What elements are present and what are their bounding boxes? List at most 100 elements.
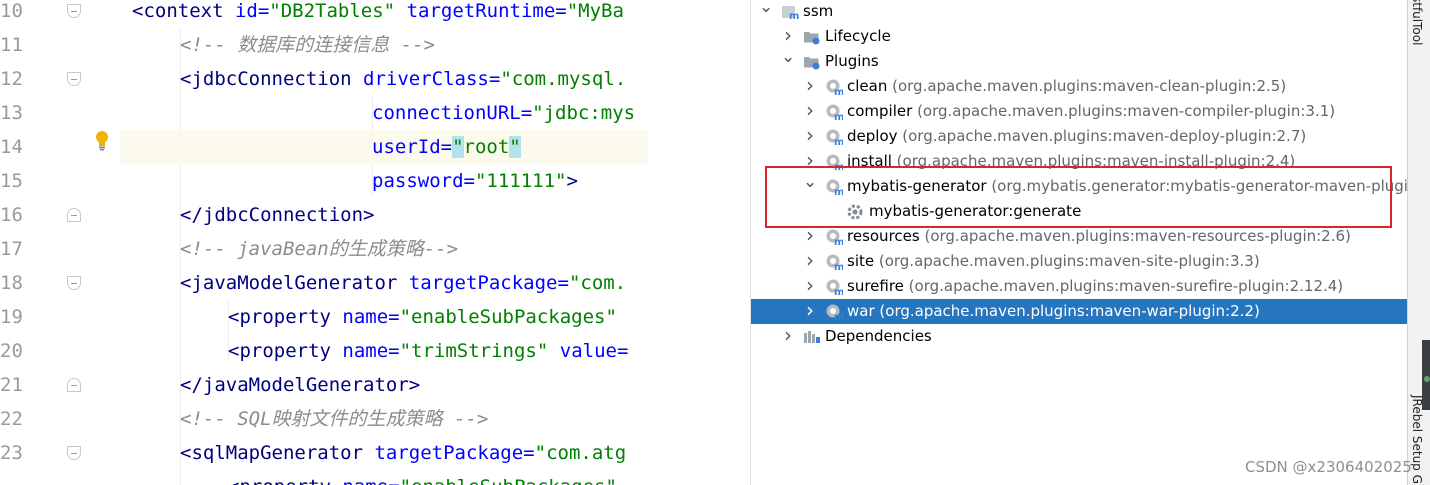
maven-plugin-icon: m [826,279,843,295]
code-line[interactable]: </javaModelGenerator> [120,368,648,402]
tree-row-label: clean [847,77,888,95]
chevron-down-icon[interactable]: ⌄ [781,49,795,74]
tree-row-surefire[interactable]: › m surefire (org.apache.maven.plugins:mav… [751,274,1407,299]
code-token: "DB2Tables" [269,0,407,22]
code-line[interactable]: <javaModelGenerator targetPackage="com. [120,266,648,300]
code-token: "com.mysql. [500,68,627,90]
code-token: "enableSubPackages" [400,476,617,485]
chevron-right-icon[interactable]: › [781,324,795,349]
fold-marker-icon[interactable] [67,4,81,18]
tree-row-war[interactable]: › m war (org.apache.maven.plugins:maven-wa… [751,299,1407,324]
code-token: > [566,170,578,192]
code-area[interactable]: <context id="DB2Tables" targetRuntime="M… [120,0,648,485]
code-token: "com. [568,272,627,294]
plugin-coordinates: (org.apache.maven.plugins:maven-resource… [919,227,1351,245]
code-line[interactable]: userId="root" [120,130,648,164]
code-token: password= [372,170,475,192]
restful-tool-tab[interactable]: stfulTool [1410,0,1424,45]
plugins-folder-icon [804,57,820,70]
tree-row-label: war [847,302,875,320]
chevron-right-icon[interactable]: › [803,124,817,149]
code-line[interactable]: <sqlMapGenerator targetPackage="com.atg [120,436,648,470]
tree-row-dependencies[interactable]: › Dependencies [751,324,1407,349]
line-number: 17 [0,238,23,260]
code-token: "MyBa [566,0,624,22]
editor-right-margin [648,0,750,485]
code-token: " [509,136,521,158]
line-number: 11 [0,34,23,56]
intention-bulb-icon[interactable] [94,130,110,152]
code-line[interactable]: <jdbcConnection driverClass="com.mysql. [120,62,648,96]
fold-marker-icon[interactable] [67,276,81,290]
chevron-right-icon[interactable]: › [803,274,817,299]
code-editor[interactable]: 10 11 12 13 14 15 16 17 18 19 20 21 22 23 <context id… [0,0,750,485]
fold-marker-icon[interactable] [67,446,81,460]
code-token: "trimStrings" [399,340,560,362]
code-token: <property [228,476,342,485]
lifecycle-folder-icon [804,32,820,45]
code-token: userId= [372,136,453,158]
code-line[interactable]: </jdbcConnection> [120,198,648,232]
fold-marker-icon[interactable] [67,378,81,392]
line-number: 10 [0,0,23,22]
plugin-coordinates: (org.apache.maven.plugins:maven-clean-pl… [887,77,1287,95]
jrebel-setup-tab[interactable]: JRebel Setup G [1410,395,1424,484]
code-line[interactable]: connectionURL="jdbc:mys [120,96,648,130]
editor-gutter: 10 11 12 13 14 15 16 17 18 19 20 21 22 23 [0,0,120,485]
tree-row-clean[interactable]: › m clean (org.apache.maven.plugins:maven-… [751,74,1407,99]
status-dot-icon [1424,376,1430,382]
chevron-right-icon[interactable]: › [781,24,795,49]
tree-row-label: ssm [803,2,834,20]
fold-marker-icon[interactable] [67,208,81,222]
code-token: </javaModelGenerator> [180,374,421,396]
maven-tool-window-tree[interactable]: ⌄ m ssm › Lifecycle ⌄ Plugins › m clean (org.apac… [751,0,1407,485]
code-line[interactable]: <property name="enableSubPackages" [120,300,648,334]
watermark: CSDN @x2306402025 [1245,458,1412,476]
tree-row-ssm[interactable]: ⌄ m ssm [751,0,1407,24]
code-token: <property [228,306,343,328]
tree-row-lifecycle[interactable]: › Lifecycle [751,24,1407,49]
code-token: targetPackage= [374,442,535,464]
code-token: root [463,136,510,158]
tree-row-label: surefire [847,277,904,295]
tree-row-label: compiler [847,102,913,120]
code-line[interactable]: <!-- SQL映射文件的生成策略 --> [120,402,648,436]
chevron-right-icon[interactable]: › [803,299,817,324]
code-token: "com.atg [534,442,627,464]
chevron-right-icon[interactable]: › [803,99,817,124]
plugin-coordinates: (org.apache.maven.plugins:maven-surefire… [903,277,1344,295]
code-token: " [452,136,464,158]
maven-plugin-icon: m [826,304,843,320]
code-line[interactable]: <context id="DB2Tables" targetRuntime="M… [120,0,648,28]
line-number: 18 [0,272,23,294]
svg-text:m: m [834,237,843,245]
plugin-coordinates: (org.apache.maven.plugins:maven-deploy-p… [897,127,1307,145]
maven-plugin-icon: m [826,104,843,120]
code-token: value= [559,340,629,362]
tree-row-deploy[interactable]: › m deploy (org.apache.maven.plugins:maven… [751,124,1407,149]
chevron-down-icon[interactable]: ⌄ [759,0,773,24]
tree-row-site[interactable]: › m site (org.apache.maven.plugins:maven-s… [751,249,1407,274]
right-tool-strip: stfulTool JRebel Setup G [1407,0,1430,485]
code-line[interactable]: <!-- 数据库的连接信息 --> [120,28,648,62]
tree-row-plugins[interactable]: ⌄ Plugins [751,49,1407,74]
plugin-coordinates: (org.apache.maven.plugins:maven-site-plu… [874,252,1260,270]
dependencies-folder-icon [804,331,820,343]
fold-marker-icon[interactable] [67,72,81,86]
code-token: id= [234,0,270,22]
chevron-right-icon[interactable]: › [803,249,817,274]
svg-text:m: m [834,287,843,295]
maven-plugin-icon: m [826,129,843,145]
code-line[interactable]: <!-- javaBean的生成策略--> [120,232,648,266]
code-line[interactable]: <property name="enableSubPackages" [120,470,648,485]
chevron-right-icon[interactable]: › [803,74,817,99]
maven-plugin-icon: m [826,79,843,95]
svg-text:m: m [834,312,843,320]
code-token: targetRuntime= [406,0,567,22]
tree-row-label: Lifecycle [825,27,891,45]
code-line[interactable]: password="111111"> [120,164,648,198]
code-line[interactable]: <property name="trimStrings" value= [120,334,648,368]
svg-text:m: m [834,112,843,120]
maven-plugin-icon: m [826,254,843,270]
tree-row-compiler[interactable]: › m compiler (org.apache.maven.plugins:mav… [751,99,1407,124]
